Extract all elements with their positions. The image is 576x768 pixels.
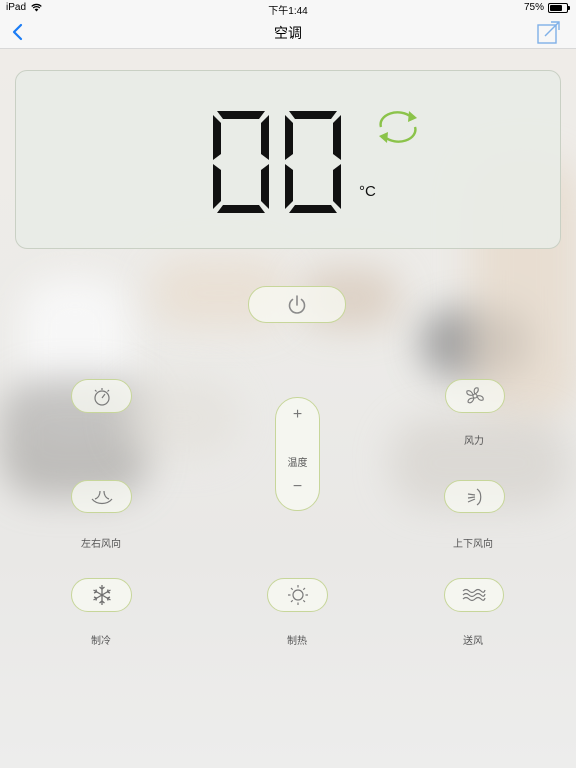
fan-icon <box>466 387 484 404</box>
swing-left-right-button[interactable] <box>71 480 132 513</box>
share-button[interactable] <box>536 19 562 45</box>
fan-speed-label: 风力 <box>464 436 484 447</box>
power-button[interactable] <box>248 286 346 323</box>
sun-icon <box>287 585 308 605</box>
swing-left-right-label: 左右风向 <box>81 539 121 550</box>
cool-mode-button[interactable] <box>71 578 132 612</box>
wind-waves-icon <box>462 588 486 602</box>
temperature-digits: 00 <box>208 107 341 213</box>
cool-mode-label: 制冷 <box>91 636 111 647</box>
fan-mode-button[interactable] <box>444 578 504 612</box>
fan-speed-button[interactable] <box>445 379 505 413</box>
status-time: 下午1:44 <box>268 6 308 17</box>
navigation-bar: 空调 <box>0 16 576 49</box>
temperature-label: 温度 <box>287 458 308 469</box>
timer-button[interactable] <box>71 379 132 413</box>
swing-up-down-label: 上下风向 <box>453 539 493 550</box>
page-title: 空调 <box>274 25 302 41</box>
swing-left-right-icon <box>91 490 112 504</box>
timer-icon <box>93 388 110 406</box>
share-external-icon <box>537 21 560 44</box>
swing-up-down-icon <box>467 487 481 506</box>
temperature-decrease-button[interactable]: − <box>276 478 319 496</box>
snowflake-icon <box>92 585 111 605</box>
battery-percent: 75% <box>523 2 544 13</box>
cycle-arrows-icon <box>379 111 417 143</box>
heat-mode-button[interactable] <box>267 578 328 612</box>
temperature-display-panel: 00 °C <box>15 70 561 249</box>
fan-mode-label: 送风 <box>463 636 483 647</box>
temperature-stepper: + 温度 − <box>275 397 320 511</box>
temperature-value: 00 <box>208 107 210 108</box>
power-icon <box>288 294 306 314</box>
temperature-increase-button[interactable]: + <box>276 406 319 424</box>
temperature-unit: °C <box>359 183 376 200</box>
battery-icon <box>548 2 570 13</box>
status-bar: iPad 下午1:44 75% <box>0 0 576 17</box>
heat-mode-label: 制热 <box>287 636 307 647</box>
swing-up-down-button[interactable] <box>444 480 505 513</box>
